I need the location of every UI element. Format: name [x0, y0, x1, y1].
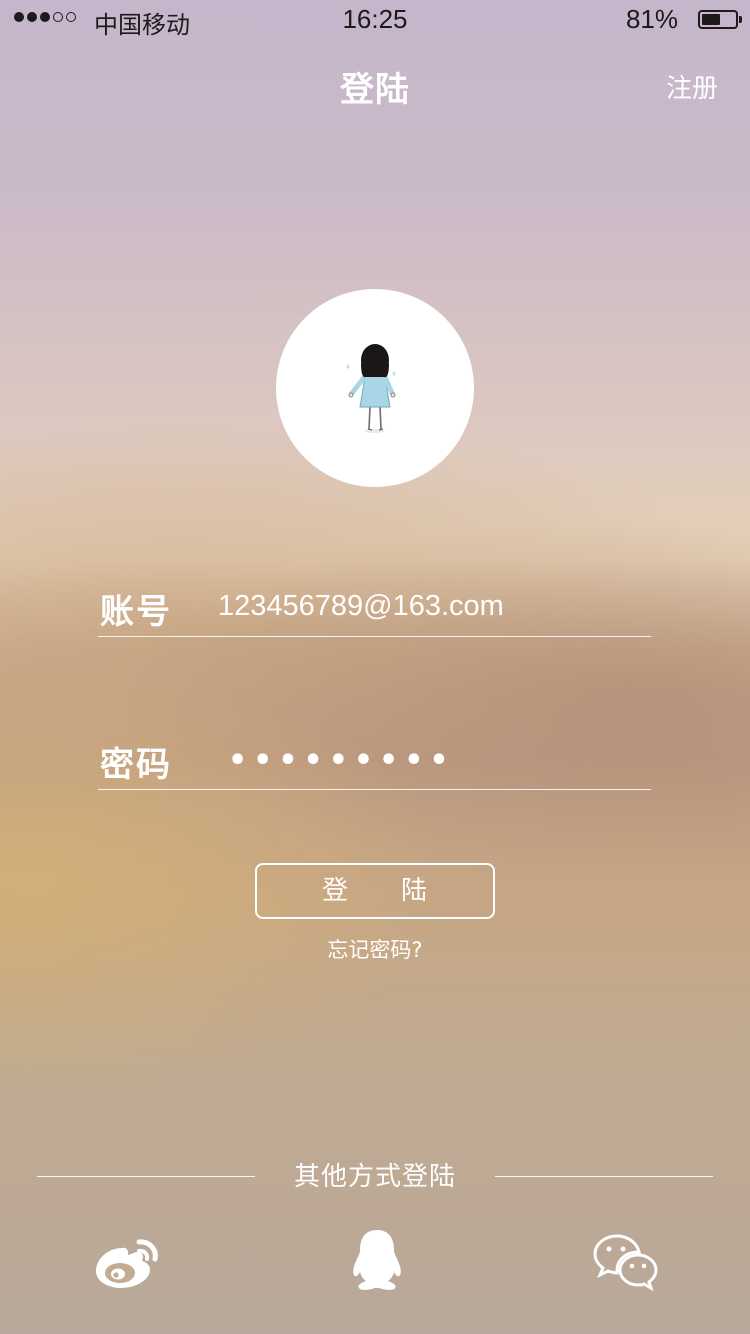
battery-fill [702, 14, 720, 25]
forgot-password-link[interactable]: 忘记密码? [0, 934, 750, 964]
qq-login-button[interactable] [342, 1228, 412, 1292]
register-button[interactable]: 注册 [666, 68, 718, 105]
password-field[interactable]: 密码 ••••••••• [98, 729, 651, 790]
qq-icon [353, 1230, 401, 1290]
weibo-login-button[interactable] [92, 1228, 162, 1292]
page-title: 登陆 [340, 70, 410, 110]
divider-right [495, 1176, 713, 1177]
battery-percent: 81% [625, 4, 678, 34]
login-button[interactable]: 登陆 [255, 863, 495, 919]
login-button-char-2: 陆 [401, 876, 429, 906]
weibo-icon [96, 1239, 158, 1288]
password-label: 密码 [100, 745, 172, 785]
account-label: 账号 [100, 592, 172, 632]
battery-icon [698, 10, 742, 29]
account-field[interactable]: 账号 123456789@163.com [98, 576, 651, 637]
wechat-login-button[interactable] [590, 1228, 660, 1292]
avatar-girl-illustration [346, 344, 396, 433]
other-login-label: 其他方式登陆 [293, 1162, 456, 1192]
password-input[interactable]: ••••••••• [228, 746, 455, 776]
wechat-icon [593, 1234, 658, 1292]
account-input[interactable]: 123456789@163.com [218, 590, 504, 623]
avatar[interactable] [276, 289, 474, 487]
status-bar: 中国移动 16:25 81% [0, 0, 750, 40]
login-button-char-1: 登 [321, 876, 349, 906]
